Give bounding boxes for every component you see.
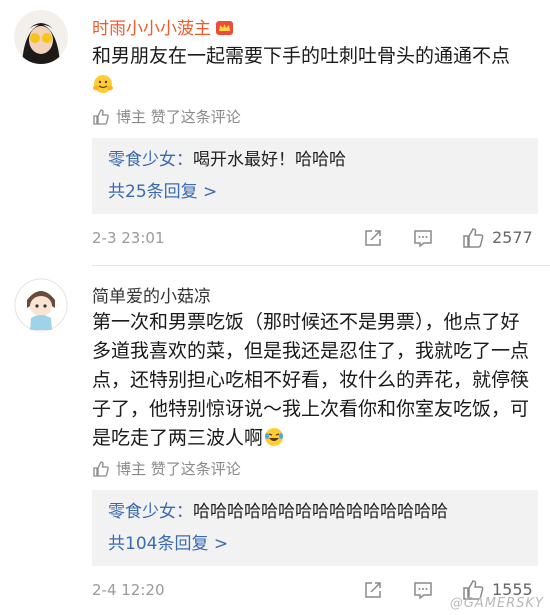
author-liked-row: 博主 赞了这条评论	[92, 458, 241, 479]
reply-preview[interactable]: 零食少女：喝开水最好！哈哈哈 共25条回复 >	[92, 138, 538, 214]
reply-text: 哈哈哈哈哈哈哈哈哈哈哈哈哈哈哈	[193, 502, 448, 522]
username[interactable]: 简单爱的小菇凉	[92, 282, 211, 307]
timestamp: 2-4 12:20	[92, 581, 165, 599]
view-replies-link[interactable]: 共104条回复 >	[108, 532, 522, 556]
vip-crown-icon	[215, 19, 234, 36]
hug-emoji-icon	[92, 73, 114, 95]
username[interactable]: 时雨小小小菠主	[92, 14, 234, 39]
laugh-cry-emoji-icon	[263, 426, 285, 448]
comment-icon[interactable]	[412, 227, 434, 249]
comment-icon[interactable]	[412, 579, 434, 601]
like-icon[interactable]	[462, 227, 484, 249]
comment-item: 时雨小小小菠主 和男朋友在一起需要下手的吐刺吐骨头的通通不点 博主 赞了这条评论…	[0, 0, 550, 265]
view-replies-link[interactable]: 共25条回复 >	[108, 180, 522, 204]
avatar[interactable]	[14, 278, 68, 332]
username-text: 简单爱的小菇凉	[92, 287, 211, 307]
username-text: 时雨小小小菠主	[92, 19, 211, 39]
reply-username[interactable]: 零食少女	[108, 502, 176, 522]
reply-username[interactable]: 零食少女	[108, 150, 176, 170]
reply-preview[interactable]: 零食少女：哈哈哈哈哈哈哈哈哈哈哈哈哈哈哈 共104条回复 >	[92, 490, 538, 566]
reply-line: 零食少女：喝开水最好！哈哈哈	[108, 150, 346, 170]
timestamp: 2-3 23:01	[92, 229, 165, 247]
like-count: 2577	[492, 228, 533, 247]
avatar[interactable]	[14, 10, 68, 64]
watermark: @GAMERSKY	[449, 596, 544, 611]
share-icon[interactable]	[362, 227, 384, 249]
comment-text: 和男朋友在一起需要下手的吐刺吐骨头的通通不点	[92, 42, 538, 100]
comment-meta: 2-3 23:01 2577	[92, 225, 538, 251]
thumb-up-icon	[93, 460, 109, 477]
reply-text: 喝开水最好！哈哈哈	[193, 150, 346, 170]
reply-line: 零食少女：哈哈哈哈哈哈哈哈哈哈哈哈哈哈哈	[108, 502, 448, 522]
comment-item: 简单爱的小菇凉 第一次和男票吃饭（那时候还不是男票），他点了好多道我喜欢的菜，但…	[0, 266, 550, 615]
author-liked-row: 博主 赞了这条评论	[92, 106, 241, 127]
comment-text: 第一次和男票吃饭（那时候还不是男票），他点了好多道我喜欢的菜，但是我还是忍住了，…	[92, 311, 530, 449]
thumb-up-icon	[93, 108, 109, 125]
share-icon[interactable]	[362, 579, 384, 601]
